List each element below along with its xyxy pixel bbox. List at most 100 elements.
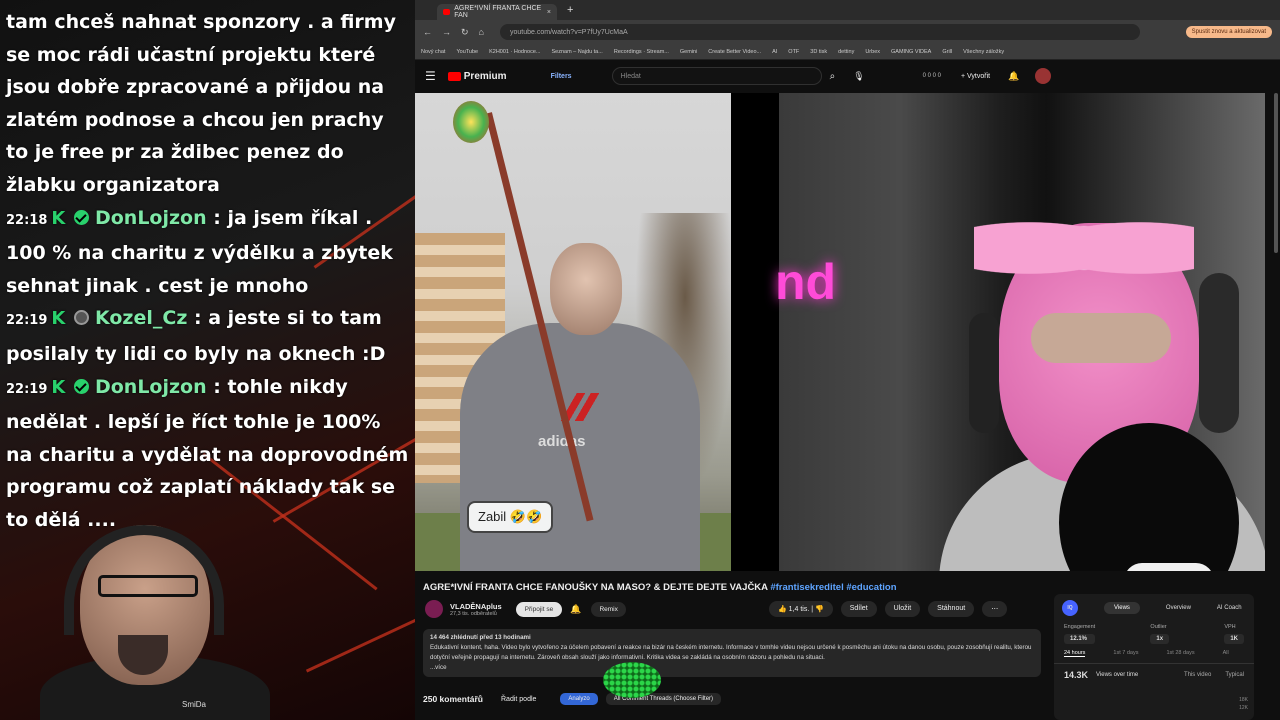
hashtags[interactable]: #frantisekreditel #education [770,582,896,593]
bookmarks-bar: Nový chat YouTube K2H001 · Hodnoce... Se… [415,44,1280,60]
bookmark[interactable]: Gemini [680,49,697,55]
address-bar-row: ← → ↻ ⌂ youtube.com/watch?v=P7fUy7UcMaA … [415,20,1280,44]
views-dropdown[interactable]: Views over time [1096,672,1138,678]
create-button[interactable]: + Vytvořit [961,73,990,80]
masked-person [939,163,1265,571]
bookmark[interactable]: dettiny [838,49,854,55]
bookmark[interactable]: K2H001 · Hodnoce... [489,49,540,55]
channel-info: VLADĚNAplus 27,3 tis. odběratelů [450,602,502,617]
headphone-left [969,313,999,433]
description-text: Edukativní kontent, haha. Video bylo vyt… [430,644,1032,661]
avatar[interactable] [1035,68,1052,84]
download-button[interactable]: Stáhnout [928,601,975,617]
k-badge-icon: K [51,308,66,330]
comment-count: 250 komentářů [423,694,483,704]
range-all[interactable]: All [1223,650,1229,657]
k-badge-icon: K [51,207,66,229]
hamburger-menu-icon[interactable]: ☰ [425,69,436,83]
vidiq-logo-icon: IQ [1062,600,1078,616]
left-video-frame: adidas Zabil 🤣🤣 [415,93,735,571]
show-more-link[interactable]: ...více [430,663,1034,673]
bookmark[interactable]: OTF [788,49,799,55]
home-button[interactable]: ⌂ [479,27,484,37]
video-title-text: AGRE*IVNÍ FRANTA CHCE FANOUŠKY NA MASO? … [423,582,768,593]
video-divider [731,93,779,571]
tab-title: AGRE*IVNÍ FRANTA CHCE FAN [454,5,542,19]
extension-counters: 0 0 0 0 [922,73,941,79]
browser-tab[interactable]: AGRE*IVNÍ FRANTA CHCE FAN × [437,4,557,20]
back-button[interactable]: ← [423,27,432,37]
bookmark[interactable]: GAMING VIDEA [891,49,931,55]
url-field[interactable]: youtube.com/watch?v=P7fUy7UcMaA [499,24,1140,40]
bookmark[interactable]: Create Better Video... [708,49,761,55]
range-28d[interactable]: 1st 28 days [1166,650,1194,657]
remix-button[interactable]: Remix [591,601,626,617]
grey-badge-icon [73,310,89,326]
forward-button[interactable]: → [442,27,451,37]
youtube-logo[interactable]: Premium [447,71,507,82]
share-button[interactable]: Sdílet [840,601,877,617]
y-tick: 18K [1239,697,1248,703]
channel-avatar[interactable] [425,600,443,618]
video-player[interactable]: adidas Zabil 🤣🤣 nd [415,93,1265,571]
close-tab-icon[interactable]: × [547,9,551,16]
bookmark[interactable]: AI [772,49,777,55]
youtube-play-icon [447,71,461,81]
subscriber-count: 27,3 tis. odběratelů [450,610,497,617]
video-actions: 👍 1,4 tis. | 👎 Sdílet Uložit Stáhnout ⋯ [769,601,1008,617]
like-button[interactable]: 👍 1,4 tis. | 👎 [769,601,833,617]
legend-this-video: This video [1183,672,1212,678]
tab-ai-coach[interactable]: AI Coach [1217,605,1242,611]
range-7d[interactable]: 1st 7 days [1113,650,1138,657]
channel-name[interactable]: VLADĚNAplus [450,602,502,611]
subscribe-bell-icon[interactable]: 🔔 [570,604,581,615]
webcam-feed: SmiDa [40,505,270,720]
neon-sign: nd [775,254,837,310]
tab-overview[interactable]: Overview [1166,605,1191,611]
page-scrollbar[interactable] [1274,93,1278,253]
chat-username[interactable]: DonLojzon [95,207,207,229]
bookmark[interactable]: 3D tisk [810,49,827,55]
description-box[interactable]: 14 464 zhlédnutí před 13 hodinami Edukat… [423,629,1041,677]
more-actions-button[interactable]: ⋯ [982,601,1008,617]
eye-opening [1031,313,1171,363]
man-head [550,243,622,335]
filters-button[interactable]: Filters [551,73,572,80]
microphone-icon[interactable]: 🎙 [853,71,864,82]
sort-button[interactable]: Řadit podle [501,696,536,703]
chat-timestamp: 22:18 [6,212,48,228]
search-input[interactable]: Hledat [611,67,822,85]
bookmark[interactable]: Nový chat [421,49,445,55]
range-24h[interactable]: 24 hours [1064,650,1086,657]
analyze-button[interactable]: Analyzo [560,693,598,705]
youtube-header: ☰ Premium Filters Hledat ⌕ 🎙 0 0 0 0 + V… [415,60,1280,92]
verified-badge-icon [73,209,89,225]
chat-text: tam chceš nahnat sponzory . a firmy se m… [6,11,396,196]
bell-icon[interactable]: 🔔 [1008,71,1019,82]
shirt-text: adidas [538,433,586,450]
bookmark[interactable]: Grill [942,49,952,55]
shirt-logo: SmiDa [182,700,207,709]
verified-badge-icon [73,378,89,394]
join-button[interactable]: Připojit se [515,601,563,617]
headphone-right [1199,273,1239,433]
save-button[interactable]: Uložit [884,601,921,617]
views-summary: 14.3K Views over time This video Typical [1054,664,1254,686]
search-icon[interactable]: ⌕ [830,71,836,82]
bookmark[interactable]: Seznam – Najdu ta... [551,49,602,55]
vidiq-tabs: IQ Views Overview AI Coach [1054,594,1254,622]
update-button[interactable]: Spustit znovu a aktualizovat [1185,26,1272,38]
tab-views[interactable]: Views [1104,602,1140,614]
bookmark[interactable]: Recordings · Stream... [614,49,669,55]
pompom [453,101,489,143]
stat-engagement: Engagement 12.1% [1064,624,1096,644]
new-tab-button[interactable]: + [567,4,573,16]
bookmark[interactable]: Urbex [865,49,880,55]
bookmark[interactable]: Všechny záložky [963,49,1004,55]
chat-username[interactable]: DonLojzon [95,376,207,398]
right-video-frame: nd [775,93,1265,571]
chat-username[interactable]: Kozel_Cz [95,307,187,329]
bookmark[interactable]: YouTube [456,49,478,55]
pink-bow [974,203,1194,293]
reload-button[interactable]: ↻ [461,27,469,38]
